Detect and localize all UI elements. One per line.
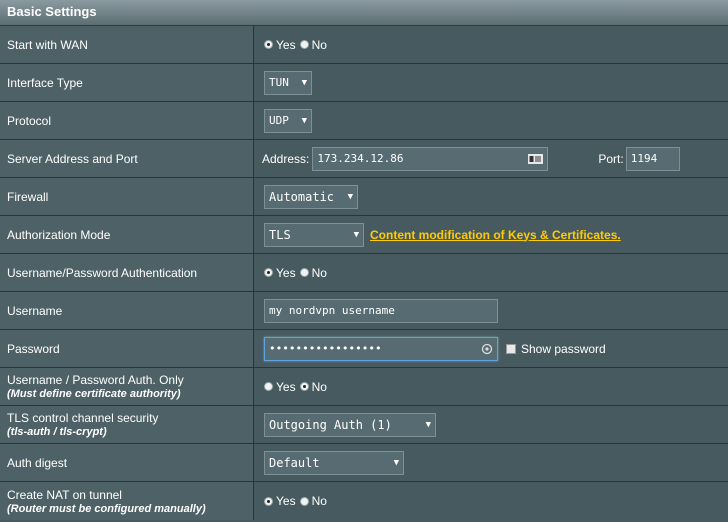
row-authorization-mode: Authorization Mode TLS ▼ Content modifica…	[0, 216, 728, 254]
row-protocol: Protocol UDP ▼	[0, 102, 728, 140]
row-password: Password ••••••••••••••••• Show password	[0, 330, 728, 368]
create-nat-label: Create NAT on tunnel	[7, 487, 122, 502]
row-auth-only: Username / Password Auth. Only (Must def…	[0, 368, 728, 406]
row-start-with-wan: Start with WAN Yes No	[0, 26, 728, 64]
radio-dot[interactable]	[299, 382, 309, 391]
start-with-wan-no-radio[interactable]: No	[299, 38, 327, 52]
port-label: Port:	[598, 151, 624, 166]
auth-only-note: (Must define certificate authority)	[7, 388, 181, 400]
dropdown-arrow-icon: ▼	[353, 229, 359, 240]
radio-dot[interactable]	[299, 496, 309, 506]
row-server-address: Server Address and Port Address: 173.234…	[0, 140, 728, 178]
tls-control-label: TLS control channel security	[7, 411, 159, 425]
row-auth-digest: Auth digest Default ▼	[0, 444, 728, 482]
radio-dot[interactable]	[264, 40, 273, 49]
server-address-input[interactable]: 173.234.12.86	[312, 146, 549, 171]
reveal-password-icon[interactable]	[481, 343, 493, 355]
radio-dot[interactable]	[299, 268, 309, 277]
auth-only-no-radio[interactable]: No	[299, 380, 327, 394]
section-header: Basic Settings	[0, 0, 728, 26]
server-address-label: Server Address and Port	[7, 151, 138, 166]
contact-card-icon[interactable]	[528, 153, 544, 164]
firewall-select[interactable]: Automatic ▼	[264, 184, 358, 209]
username-label: Username	[7, 303, 63, 318]
create-nat-yes-radio[interactable]: Yes	[264, 494, 296, 508]
userpass-auth-yes-radio[interactable]: Yes	[264, 266, 296, 280]
password-label: Password	[7, 341, 60, 356]
tls-control-select[interactable]: Outgoing Auth (1) ▼	[264, 412, 436, 437]
interface-type-select[interactable]: TUN ▼	[264, 70, 312, 95]
row-create-nat: Create NAT on tunnel (Router must be con…	[0, 482, 728, 520]
create-nat-note: (Router must be configured manually)	[7, 502, 206, 515]
auth-only-yes-radio[interactable]: Yes	[264, 380, 296, 394]
row-interface-type: Interface Type TUN ▼	[0, 64, 728, 102]
dropdown-arrow-icon: ▼	[347, 191, 353, 202]
start-with-wan-yes-radio[interactable]: Yes	[264, 38, 296, 52]
protocol-select[interactable]: UDP ▼	[264, 108, 312, 133]
dropdown-arrow-icon: ▼	[425, 419, 431, 430]
row-userpass-auth: Username/Password Authentication Yes No	[0, 254, 728, 292]
address-label: Address:	[262, 151, 310, 166]
interface-type-label: Interface Type	[7, 75, 83, 90]
keys-certificates-link[interactable]: Content modification of Keys & Certifica…	[370, 228, 621, 242]
checkbox-box[interactable]	[506, 343, 516, 354]
port-input[interactable]: 1194	[625, 146, 680, 171]
basic-settings-panel: Basic Settings Start with WAN Yes No Int…	[0, 0, 728, 522]
radio-dot[interactable]	[264, 268, 273, 277]
dropdown-arrow-icon: ▼	[301, 115, 307, 126]
auth-digest-label: Auth digest	[7, 455, 68, 470]
firewall-label: Firewall	[7, 189, 49, 204]
row-firewall: Firewall Automatic ▼	[0, 178, 728, 216]
start-with-wan-label: Start with WAN	[7, 37, 88, 52]
dropdown-arrow-icon: ▼	[393, 457, 399, 468]
authorization-mode-label: Authorization Mode	[7, 227, 111, 242]
auth-only-label: Username / Password Auth. Only	[7, 373, 184, 387]
userpass-auth-no-radio[interactable]: No	[299, 266, 327, 280]
dropdown-arrow-icon: ▼	[301, 77, 307, 88]
row-tls-control: TLS control channel security (tls-auth /…	[0, 406, 728, 444]
protocol-label: Protocol	[7, 113, 52, 128]
radio-dot[interactable]	[264, 382, 273, 391]
username-input[interactable]: my nordvpn username	[264, 298, 498, 323]
row-username: Username my nordvpn username	[0, 292, 728, 330]
authorization-mode-select[interactable]: TLS ▼	[264, 222, 364, 247]
auth-digest-select[interactable]: Default ▼	[264, 450, 404, 475]
tls-control-note: (tls-auth / tls-crypt)	[7, 426, 107, 438]
userpass-auth-label: Username/Password Authentication	[7, 265, 198, 280]
radio-dot[interactable]	[299, 40, 309, 49]
password-input[interactable]: •••••••••••••••••	[264, 336, 498, 361]
show-password-checkbox[interactable]: Show password	[506, 342, 606, 356]
radio-dot[interactable]	[264, 496, 273, 506]
create-nat-no-radio[interactable]: No	[299, 494, 327, 508]
